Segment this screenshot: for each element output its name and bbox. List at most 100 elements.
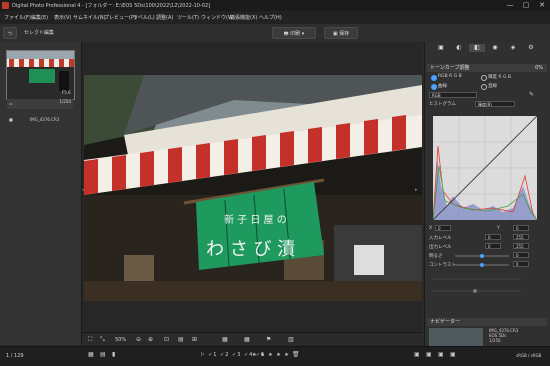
save-label: 保存 [339, 31, 350, 37]
fit-icon[interactable]: ⛶ [88, 336, 92, 344]
viewer-bottom-bar: ⛶ ⤡ 50% ⊖ ⊕ ⊡ ▤ ⊞ ▦ ▦ ⚑ ▥ [82, 332, 423, 347]
radio-line-label: 直線 [488, 84, 497, 89]
input-level-white-field[interactable]: 255 [513, 234, 529, 240]
brightness-knob[interactable] [480, 254, 484, 258]
contrast-knob[interactable] [480, 263, 484, 267]
menu-preview[interactable]: プレビュー(P) [104, 14, 136, 21]
radio-luminance[interactable] [481, 75, 487, 81]
right-collapse-arrow-icon[interactable]: ▸ [415, 187, 418, 193]
noren-text-main: わ さ び 漬 [206, 239, 295, 260]
layout-icon-2[interactable]: ▣ [426, 351, 432, 358]
trash-icon[interactable]: 🗑 [292, 351, 300, 358]
highlight-warning-icon[interactable]: ▦ [244, 336, 250, 343]
menu-label[interactable]: ラベル(L) [133, 14, 155, 21]
navigator-title: ナビゲーター [430, 319, 461, 325]
brightness-label: 明るさ [429, 254, 443, 259]
tone-curve-percent: 0% [535, 65, 543, 71]
thumbnail-check-icon[interactable]: ■ [9, 117, 13, 122]
tab-curve-icon[interactable]: ◧ [469, 44, 485, 52]
view-list-icon[interactable]: ▤ [100, 351, 106, 358]
menu-adjust[interactable]: 調整(A) [156, 14, 173, 21]
output-level-label: 出力レベル [429, 245, 452, 250]
radio-line[interactable] [481, 84, 487, 90]
info-overlay-icon[interactable]: ▥ [288, 336, 294, 343]
layout-icon-3[interactable]: ▣ [438, 351, 444, 358]
radio-curve[interactable] [431, 84, 437, 90]
menu-help[interactable]: ヘルプ(H) [259, 14, 282, 21]
image-count: 1 / 129 [6, 353, 24, 359]
view-grid-icon[interactable]: ▦ [88, 351, 94, 358]
eyedropper-icon[interactable]: ✎ [529, 91, 534, 98]
disabled-knob [473, 289, 477, 293]
menu-edit[interactable]: 編集(E) [31, 14, 48, 21]
zoom-out-icon[interactable]: ⊖ [136, 336, 141, 343]
menu-file[interactable]: ファイル(F) [4, 14, 31, 21]
contrast-field[interactable]: 0 [513, 261, 529, 267]
minimize-button[interactable]: — [502, 0, 518, 11]
save-button[interactable]: ▣ 保存 [324, 27, 358, 39]
channel-select[interactable]: RGB [429, 92, 477, 98]
tab-basic-icon[interactable]: ▣ [433, 44, 449, 52]
menu-view[interactable]: 表示(V) [54, 14, 71, 21]
thumbnail-panel: ▭ 1/250 F5.6 ■ IMG_4376.CR3 [0, 42, 82, 345]
view-single-icon[interactable]: ▮ [112, 351, 115, 358]
thumbnail-badge-icon: ▭ [9, 101, 13, 106]
actual-size-icon[interactable]: ⤡ [100, 336, 105, 344]
shadow-warning-icon[interactable]: ⚑ [266, 336, 271, 343]
zoom-select[interactable]: 50% [115, 337, 126, 343]
contrast-label: コントラスト [429, 263, 456, 268]
tool-palette: ▣ ◐ ◧ ◉ ◈ ⚙ トーンカーブ調整 0% RGB R G B 輝度 R G… [424, 42, 550, 346]
thumbnail-info-line1: 1/250 [59, 99, 71, 104]
preview-photo: 新 子 日 屋 の わ さ び 漬 [84, 75, 422, 301]
y-field[interactable]: 0 [513, 225, 529, 231]
tab-settings-icon[interactable]: ⚙ [523, 44, 539, 52]
histogram-label: ヒストグラム [429, 102, 456, 107]
nav-shutter: 1/250 [489, 338, 501, 343]
compare-icon[interactable]: ▤ [178, 336, 184, 343]
tone-curve-graph[interactable] [433, 116, 537, 220]
radio-curve-label: 曲線 [438, 84, 447, 89]
thumbnail-info-bar: ▭ 1/250 [7, 99, 73, 109]
radio-luminance-label: 輝度 R G B [488, 75, 511, 80]
noren-text-top: 新 子 日 屋 の [224, 213, 287, 226]
navigator-header[interactable]: ナビゲーター [427, 318, 547, 326]
color-space: sRGB / sRGB [516, 353, 542, 358]
menu-tools[interactable]: ツール(T) [177, 14, 199, 21]
zoom-in-icon[interactable]: ⊕ [148, 336, 153, 343]
maximize-button[interactable]: ▢ [518, 0, 534, 11]
grid-icon[interactable]: ⊞ [192, 336, 197, 343]
tab-color-icon[interactable]: ◉ [487, 44, 503, 52]
app-icon [2, 2, 9, 9]
menu-thumbnail[interactable]: サムネイル(N) [73, 14, 106, 21]
menu-bar: ファイル(F) 編集(E) 表示(V) サムネイル(N) プレビュー(P) ラベ… [0, 11, 550, 24]
print-button[interactable]: 🖶 印刷 ▾ [272, 27, 316, 39]
tab-tone-icon[interactable]: ◐ [451, 44, 467, 52]
back-icon[interactable]: ⮌ [3, 27, 17, 39]
x-field[interactable]: 0 [435, 225, 451, 231]
navigator-preview[interactable] [429, 328, 483, 346]
output-level-black-field[interactable]: 0 [485, 243, 501, 249]
crop-icon[interactable]: ⊡ [164, 336, 169, 343]
image-viewer[interactable]: ◂ 新 子 日 屋 の わ さ び 漬 ▸ [82, 42, 423, 332]
title-bar: Digital Photo Professional 4 - [フォルダー: E… [0, 0, 550, 11]
select-edit-label[interactable]: セレクト編集 [24, 29, 54, 36]
layout-icon-1[interactable]: ▣ [414, 351, 420, 358]
x-label: X [429, 226, 433, 231]
radio-rgb-label: RGB R G B [438, 74, 462, 79]
tone-curve-header[interactable]: トーンカーブ調整 0% [427, 64, 547, 72]
radio-rgb[interactable] [431, 75, 437, 81]
layout-icon-4[interactable]: ▣ [450, 351, 456, 358]
close-button[interactable]: ✕ [534, 0, 550, 11]
af-point-icon[interactable]: ▦ [222, 336, 228, 343]
tone-curve-title: トーンカーブ調整 [430, 65, 470, 71]
rating-stars[interactable]: ★ ★ ★ ★ ★ [252, 352, 290, 358]
output-level-white-field[interactable]: 255 [513, 243, 529, 249]
thumbnail-info-line2: F5.6 [62, 90, 71, 95]
brightness-field[interactable]: 0 [513, 252, 529, 258]
menu-extensions[interactable]: 拡張機能(X) [230, 14, 257, 21]
input-level-black-field[interactable]: 0 [485, 234, 501, 240]
tab-detail-icon[interactable]: ◈ [505, 44, 521, 52]
toolbar: ⮌ セレクト編集 🖶 印刷 ▾ ▣ 保存 [0, 24, 550, 43]
histogram-select[interactable]: 輝度(B) [475, 101, 515, 107]
status-bar: 1 / 129 ▦ ▤ ▮ ⚐ ✓1 ✓2 ✓3 ✓4 ✓5 ★ ★ ★ ★ ★… [0, 346, 550, 366]
